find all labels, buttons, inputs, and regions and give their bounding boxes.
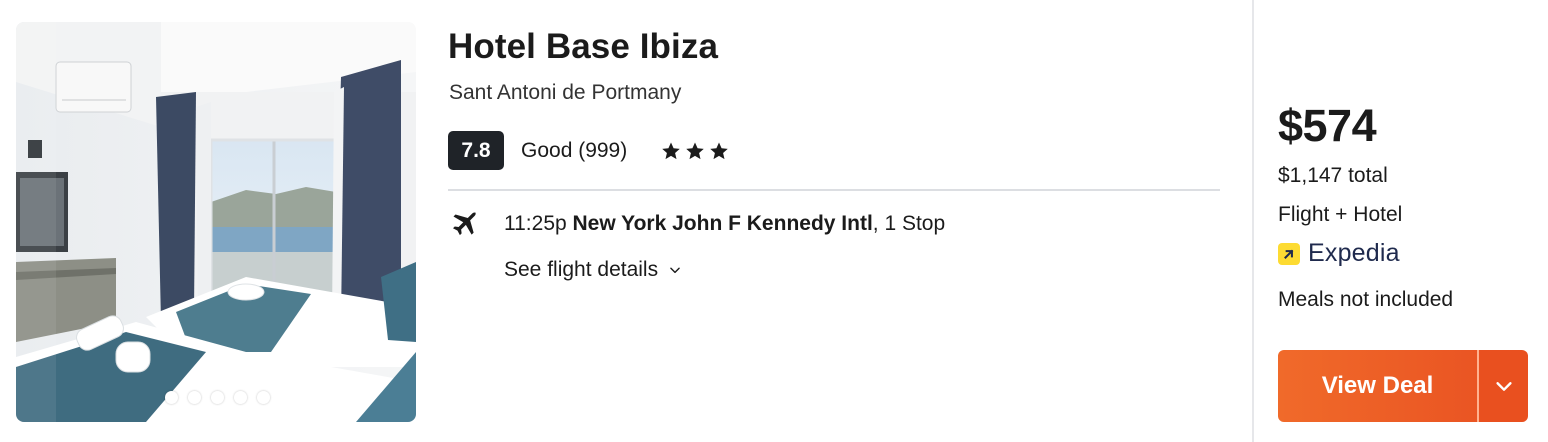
star-icon	[686, 142, 704, 159]
carousel-dots	[16, 391, 416, 404]
chevron-down-icon	[1495, 382, 1512, 391]
rating-row: 7.8 Good (999)	[448, 131, 729, 170]
flight-info: 11:25p New York John F Kennedy Intl, 1 S…	[504, 212, 945, 236]
chevron-down-icon	[670, 267, 680, 274]
view-deal-group: View Deal	[1278, 350, 1528, 422]
nightly-price: $574	[1278, 100, 1377, 151]
review-score-badge: 7.8	[448, 131, 504, 170]
departure-airport: New York John F Kennedy Intl	[572, 212, 873, 235]
column-separator	[1252, 0, 1254, 442]
total-price: $1,147 total	[1278, 164, 1388, 187]
hotel-room-photo	[16, 22, 416, 422]
hotel-location: Sant Antoni de Portmany	[449, 81, 682, 104]
divider	[448, 189, 1220, 191]
view-deal-button[interactable]: View Deal	[1278, 350, 1477, 422]
carousel-dot[interactable]	[256, 391, 270, 404]
hotel-result-card: Hotel Base Ibiza Sant Antoni de Portmany…	[0, 0, 1548, 442]
more-deals-button[interactable]	[1479, 350, 1528, 422]
carousel-dot[interactable]	[187, 391, 201, 404]
provider-name: Expedia	[1308, 239, 1400, 267]
flight-summary: 11:25p New York John F Kennedy Intl, 1 S…	[448, 207, 945, 241]
flight-details-label: See flight details	[504, 258, 659, 281]
provider[interactable]: Expedia	[1278, 239, 1400, 268]
carousel-dot[interactable]	[210, 391, 224, 404]
flight-stops: , 1 Stop	[872, 212, 946, 235]
carousel-dot[interactable]	[164, 391, 178, 404]
hotel-star-rating	[661, 141, 729, 161]
hotel-name[interactable]: Hotel Base Ibiza	[448, 27, 718, 67]
package-type: Flight + Hotel	[1278, 203, 1403, 226]
review-summary: Good (999)	[521, 138, 628, 162]
plane-icon	[448, 208, 480, 240]
star-icon	[710, 142, 728, 159]
hotel-photo-carousel[interactable]	[16, 22, 416, 422]
meals-info: Meals not included	[1278, 288, 1454, 311]
expedia-logo-icon	[1278, 242, 1300, 265]
star-icon	[662, 142, 680, 159]
see-flight-details-link[interactable]: See flight details	[504, 258, 682, 282]
carousel-dot[interactable]	[233, 391, 247, 404]
departure-time: 11:25p	[504, 212, 567, 235]
